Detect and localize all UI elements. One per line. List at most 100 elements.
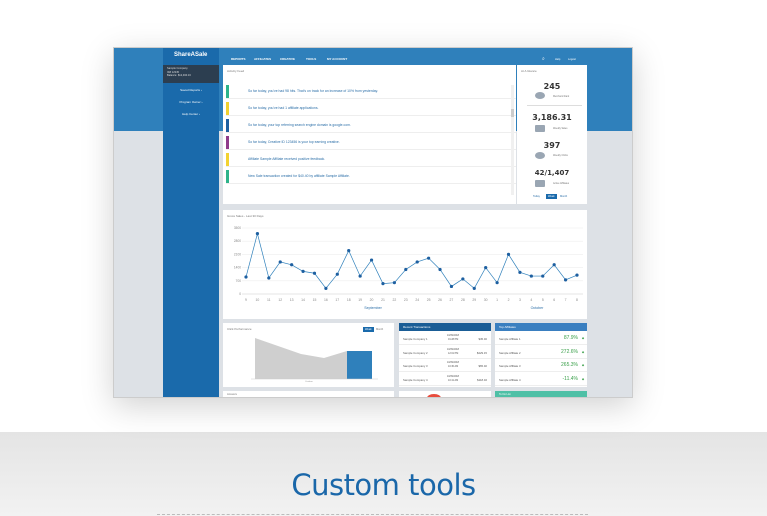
nav-my-account[interactable]: MY ACCOUNT <box>327 57 347 61</box>
data-point <box>427 256 431 260</box>
x-tick-label: 2 <box>508 298 510 302</box>
data-point <box>358 274 362 278</box>
transaction-row[interactable]: Sample Company 4 10/09/2018 10:41 AM $11… <box>399 373 491 386</box>
data-point <box>575 273 579 277</box>
x-tick-label: 6 <box>553 298 555 302</box>
x-tick-label: 22 <box>392 298 396 302</box>
x-tick-label: 10 <box>256 298 260 302</box>
data-point <box>369 258 374 262</box>
data-point <box>529 274 533 278</box>
nav-creative[interactable]: CREATIVE <box>280 57 295 61</box>
badge-icon <box>427 394 441 397</box>
x-tick-label: 12 <box>278 298 282 302</box>
affiliate-name: Sample Affiliate 4 <box>499 377 521 382</box>
period-month[interactable]: Month <box>560 195 567 198</box>
nav-affiliates[interactable]: AFFILIATES <box>254 57 271 61</box>
account-balance: Balance: $12,490.16 <box>167 74 191 78</box>
data-point <box>461 277 465 281</box>
data-point <box>392 281 396 285</box>
sidebar-item-saved-reports[interactable]: Saved Reports › <box>163 88 219 92</box>
click-performance-chart <box>251 338 378 380</box>
logo: ShareASale <box>174 52 208 58</box>
top-affiliates-title: Top Affiliates <box>495 323 587 331</box>
transaction-row[interactable]: Sample Company 2 10/09/2018 12:01 PM $42… <box>399 346 491 359</box>
click-bar-highlight <box>347 351 372 379</box>
affiliates-icon <box>535 180 545 187</box>
affiliate-row[interactable]: Sample Affiliate 2 272.6% ◆ <box>495 346 587 359</box>
y-tick-label: 1400 <box>234 266 241 270</box>
affiliate-pct: 87.9% <box>563 335 578 341</box>
help-link[interactable]: Help <box>555 58 560 61</box>
top-affiliates-panel: Top Affiliates Sample Affiliate 1 87.9% … <box>495 323 587 387</box>
stat-value: 42/1,407 <box>534 169 570 177</box>
period-week[interactable]: Week <box>546 194 557 199</box>
at-a-glance-panel: At A Glance 245 Merchant Rank 3,186.31 W… <box>517 65 587 204</box>
search-icon[interactable]: ⌕ <box>542 56 545 62</box>
x-tick-label: 8 <box>576 298 578 302</box>
activity-title: Activity Feed <box>227 69 245 73</box>
data-point <box>438 267 442 272</box>
data-point <box>278 260 282 264</box>
period-today[interactable]: Today <box>533 195 540 198</box>
data-point <box>495 281 499 285</box>
activity-color-bar <box>226 153 229 166</box>
x-tick-label: 26 <box>438 298 442 302</box>
stat-value: 397 <box>543 141 561 150</box>
sidebar: ShareASale Sample Company ID# 12345 Bala… <box>163 48 219 397</box>
data-point <box>255 232 260 236</box>
sidebar-item-help-center[interactable]: Help Center › <box>163 112 219 116</box>
clicks-icon <box>535 152 545 159</box>
trend-icon: ◆ <box>581 349 584 354</box>
x-tick-label: 13 <box>290 298 294 302</box>
amount: $65.40 <box>478 364 487 368</box>
activity-feed-panel: Activity Feed So far today, you've had 9… <box>223 65 516 204</box>
trend-icon: ◆ <box>581 336 584 340</box>
activity-item: Affiliate Sample Affiliate received posi… <box>226 153 516 167</box>
affiliate-row[interactable]: Sample Affiliate 4 -11.4% ◆ <box>495 373 587 386</box>
stat-label: Merchant Rank <box>553 95 570 98</box>
x-tick-label: 17 <box>335 298 339 302</box>
amount: $45.46 <box>478 337 487 341</box>
x-tick-label: 4 <box>530 298 532 302</box>
stat-value: 245 <box>543 82 561 91</box>
time: 01:28 PM <box>448 338 459 341</box>
x-tick-label: 25 <box>427 298 431 302</box>
sidebar-item-program-owner[interactable]: Program Owner › <box>163 100 219 104</box>
x-tick-label: 16 <box>324 298 328 302</box>
affiliate-row[interactable]: Sample Affiliate 1 87.9% ◆ <box>495 332 587 345</box>
x-tick-label: 27 <box>450 298 454 302</box>
data-point <box>404 267 408 272</box>
data-point <box>381 282 385 286</box>
data-point <box>290 263 294 267</box>
scrollbar[interactable] <box>511 85 514 195</box>
gross-sales-chart: 070014002100280035009 10 11 12 13 14 15 16 17 18 1… <box>234 226 583 310</box>
activity-item: So far today, you've had 98 hits. That's… <box>226 85 516 99</box>
y-tick-label: 2100 <box>234 252 241 256</box>
divider <box>157 514 588 515</box>
nav-reports[interactable]: REPORTS <box>231 57 246 61</box>
date: 10/09/2018 <box>447 361 459 364</box>
click-xlabel: October <box>305 381 313 383</box>
todo-title: To Do List <box>499 393 511 396</box>
data-point <box>312 271 317 275</box>
dashboard-screenshot: ShareASale Sample Company ID# 12345 Bala… <box>113 47 633 398</box>
time: 10:30 AM <box>448 365 459 368</box>
affiliate-row[interactable]: Sample Affiliate 3 265.3% ◆ <box>495 359 587 372</box>
gross-sales-chart-panel: Gross Sales - Last 30 Days 0 700 1400 2100 2… <box>223 210 587 319</box>
activity-color-bar <box>226 170 229 183</box>
nav-tools[interactable]: TOOLS <box>306 57 316 61</box>
x-tick-label: 1 <box>496 298 498 302</box>
activity-color-bar <box>226 102 229 115</box>
logout-link[interactable]: Logout <box>568 58 576 61</box>
transactions-title: Recent Transactions <box>399 323 491 331</box>
transaction-row[interactable]: Sample Company 1 10/09/2018 01:28 PM $45… <box>399 332 491 345</box>
y-tick-label: 2800 <box>234 239 241 243</box>
sales-line <box>245 232 578 289</box>
data-point <box>518 270 522 274</box>
time: 12:01 PM <box>448 351 459 355</box>
data-point <box>506 252 511 256</box>
recent-transactions-panel: Recent Transactions Sample Company 1 10/… <box>399 323 491 387</box>
transaction-row[interactable]: Sample Company 3 10/09/2018 10:30 AM $65… <box>399 359 491 372</box>
activity-text: So far today, Creative ID 123456 is your… <box>248 140 340 144</box>
affiliate-pct: -11.4% <box>562 375 578 382</box>
